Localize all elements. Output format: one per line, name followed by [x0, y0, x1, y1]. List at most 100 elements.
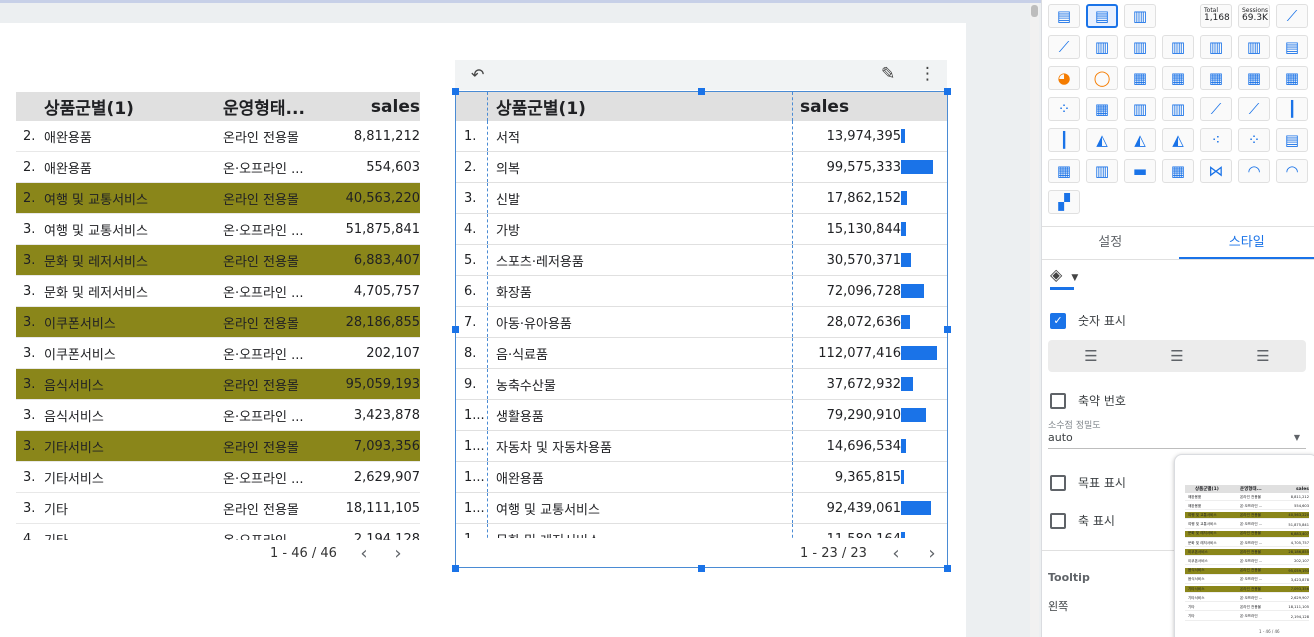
line-sparkline-icon[interactable]: ⟋ [1276, 4, 1308, 28]
sankey-icon[interactable]: ⋈ [1200, 159, 1232, 183]
resize-handle-br[interactable] [944, 565, 951, 572]
tooltip-value[interactable]: 왼쪽 [1048, 598, 1068, 614]
heatmap-map-icon[interactable]: ▦ [1086, 97, 1118, 121]
scatter-chart-icon[interactable]: ⁖ [1200, 128, 1232, 152]
resize-handle-bl[interactable] [452, 565, 459, 572]
header-category[interactable]: 상품군별(1) [44, 94, 223, 119]
resize-handle-bc[interactable] [698, 565, 705, 572]
horizontal-stacked-bar-glyph: ▥ [1246, 38, 1262, 56]
header-sales[interactable]: sales [343, 97, 420, 117]
stacked-area-100-icon[interactable]: ◭ [1162, 128, 1194, 152]
header-operation-type[interactable]: 운영형태... [223, 94, 343, 119]
candlestick-2-icon[interactable]: ┃ [1048, 128, 1080, 152]
pie-chart-icon[interactable]: ◕ [1048, 66, 1080, 90]
table-row[interactable]: 2. 여행 및 교통서비스 온라인 전용몰 40,563,220 [16, 183, 420, 214]
table-heatmap-icon[interactable]: ▤ [1086, 4, 1118, 28]
bar-chart-icon[interactable]: ▥ [1086, 35, 1118, 59]
filled-map-icon[interactable]: ▦ [1276, 66, 1308, 90]
scorecard-total-icon[interactable]: Total 1,168 [1200, 4, 1232, 28]
smooth-line-icon[interactable]: ⟋ [1200, 97, 1232, 121]
table-row[interactable]: 3. 음식서비스 온라인 전용몰 95,059,193 [16, 369, 420, 400]
align-center-icon[interactable]: ☰ [1170, 347, 1183, 365]
canvas-scrollbar[interactable] [1030, 3, 1039, 637]
bullet-chart-icon[interactable]: ▬ [1124, 159, 1156, 183]
table-row[interactable]: 3. 이쿠폰서비스 온라인 전용몰 28,186,855 [16, 307, 420, 338]
table-bar-icon[interactable]: ▥ [1124, 4, 1156, 28]
treemap-icon[interactable]: ▦ [1238, 66, 1270, 90]
horizontal-bar-icon[interactable]: ▥ [1200, 35, 1232, 59]
resize-handle-ml[interactable] [452, 326, 459, 333]
table-row[interactable]: 3. 여행 및 교통서비스 온·오프라인 ... 51,875,841 [16, 214, 420, 245]
smoothed-line-icon[interactable]: ⟋ [1238, 97, 1270, 121]
resize-handle-tr[interactable] [944, 88, 951, 95]
filled-map-glyph: ▦ [1284, 69, 1300, 87]
table-row[interactable]: 2. 애완용품 온라인 전용몰 8,811,212 [16, 121, 420, 152]
tab-style[interactable]: 스타일 [1178, 227, 1314, 259]
table-row[interactable]: 3. 문화 및 레저서비스 온·오프라인 ... 4,705,757 [16, 276, 420, 307]
table-row[interactable]: 4. 기타온·오프라인 2,194,128 [16, 524, 420, 541]
tab-setup[interactable]: 설정 [1042, 227, 1179, 259]
bubble-chart-icon[interactable]: ⁘ [1238, 128, 1270, 152]
stacked-area-icon[interactable]: ◭ [1124, 128, 1156, 152]
resize-handle-mr[interactable] [944, 326, 951, 333]
gauge-2-icon[interactable]: ◠ [1276, 159, 1308, 183]
pivot-heatmap-icon[interactable]: ▦ [1048, 159, 1080, 183]
horizontal-stacked-100-icon[interactable]: ▤ [1276, 35, 1308, 59]
resize-handle-tc[interactable] [698, 88, 705, 95]
bubble-map-icon[interactable]: ⁘ [1048, 97, 1080, 121]
align-left-icon[interactable]: ☰ [1084, 347, 1097, 365]
world-map-2-icon[interactable]: ▦ [1200, 66, 1232, 90]
table-row[interactable]: 2. 애완용품 온·오프라인 ... 554,603 [16, 152, 420, 183]
show-numbers-row[interactable]: ✓ 숫자 표시 [1050, 312, 1126, 329]
prev-page-icon[interactable]: ‹ [889, 543, 903, 564]
table-icon[interactable]: ▤ [1048, 4, 1080, 28]
scrollbar-thumb[interactable] [1031, 5, 1038, 17]
combo-chart-2-icon[interactable]: ▥ [1162, 97, 1194, 121]
combo-chart-icon[interactable]: ▥ [1124, 97, 1156, 121]
table-row[interactable]: 3. 기타서비스 온라인 전용몰 7,093,356 [16, 431, 420, 462]
resize-handle-tl[interactable] [452, 88, 459, 95]
next-page-icon[interactable]: › [391, 543, 405, 564]
table-row[interactable]: 3. 음식서비스 온·오프라인 ... 3,423,878 [16, 400, 420, 431]
donut-chart-icon[interactable]: ◯ [1086, 66, 1118, 90]
edit-pencil-icon[interactable]: ✎ [881, 64, 895, 84]
show-target-row[interactable]: 목표 표시 [1050, 474, 1126, 491]
table-left-header[interactable]: 상품군별(1) 운영형태... sales [16, 92, 420, 121]
show-numbers-checkbox[interactable]: ✓ [1050, 312, 1066, 329]
horizontal-stacked-bar-icon[interactable]: ▥ [1238, 35, 1270, 59]
scorecard-sessions-icon[interactable]: Sessions 69.3K [1238, 4, 1270, 28]
fill-color-picker[interactable]: ◈ ▼ [1050, 265, 1078, 290]
more-vert-icon[interactable]: ⋮ [919, 64, 936, 84]
world-map-icon[interactable]: ▦ [1162, 66, 1194, 90]
candlestick-icon[interactable]: ┃ [1276, 97, 1308, 121]
compact-numbers-checkbox[interactable] [1050, 392, 1066, 409]
table-row[interactable]: 3. 이쿠폰서비스 온·오프라인 ... 202,107 [16, 338, 420, 369]
waterfall-icon[interactable]: ▞ [1048, 190, 1080, 214]
next-page-icon[interactable]: › [925, 543, 939, 564]
align-right-icon[interactable]: ☰ [1256, 347, 1269, 365]
gauge-icon[interactable]: ◠ [1238, 159, 1270, 183]
geo-map-icon[interactable]: ▦ [1124, 66, 1156, 90]
line-chart-icon[interactable]: ⟋ [1048, 35, 1080, 59]
stacked-bar-100-icon[interactable]: ▥ [1162, 35, 1194, 59]
pivot-table-icon[interactable]: ▤ [1276, 128, 1308, 152]
preview-row: 기타서비스 온라인 전용몰 7,093,356 [1185, 586, 1309, 593]
table-row[interactable]: 3. 문화 및 레저서비스 온라인 전용몰 6,883,407 [16, 245, 420, 276]
treemap-2-icon[interactable]: ▦ [1162, 159, 1194, 183]
undo-icon[interactable]: ↶ [471, 65, 484, 84]
precision-select[interactable]: auto ▼ [1048, 431, 1306, 449]
table-row[interactable]: 3. 기타서비스 온·오프라인 ... 2,629,907 [16, 462, 420, 493]
stacked-bar-icon[interactable]: ▥ [1124, 35, 1156, 59]
table-left[interactable]: 상품군별(1) 운영형태... sales 2. 애완용품 온라인 전용몰 8,811… [16, 92, 420, 540]
preview-cell-category: 음식서비스 [1188, 568, 1205, 573]
table-row[interactable]: 3. 기타 온라인 전용몰 18,111,105 [16, 493, 420, 524]
show-axis-checkbox[interactable] [1050, 512, 1066, 529]
show-axis-row[interactable]: 축 표시 [1050, 512, 1115, 529]
area-chart-icon[interactable]: ◭ [1086, 128, 1118, 152]
compact-numbers-row[interactable]: 축약 번호 [1050, 392, 1126, 409]
show-target-checkbox[interactable] [1050, 474, 1066, 491]
prev-page-icon[interactable]: ‹ [357, 543, 371, 564]
preview-cell-sales: 28,186,855 [1288, 550, 1309, 555]
preview-row: 문화 및 레저서비스 온라인 전용몰 6,883,407 [1185, 530, 1309, 538]
pivot-bar-icon[interactable]: ▥ [1086, 159, 1118, 183]
